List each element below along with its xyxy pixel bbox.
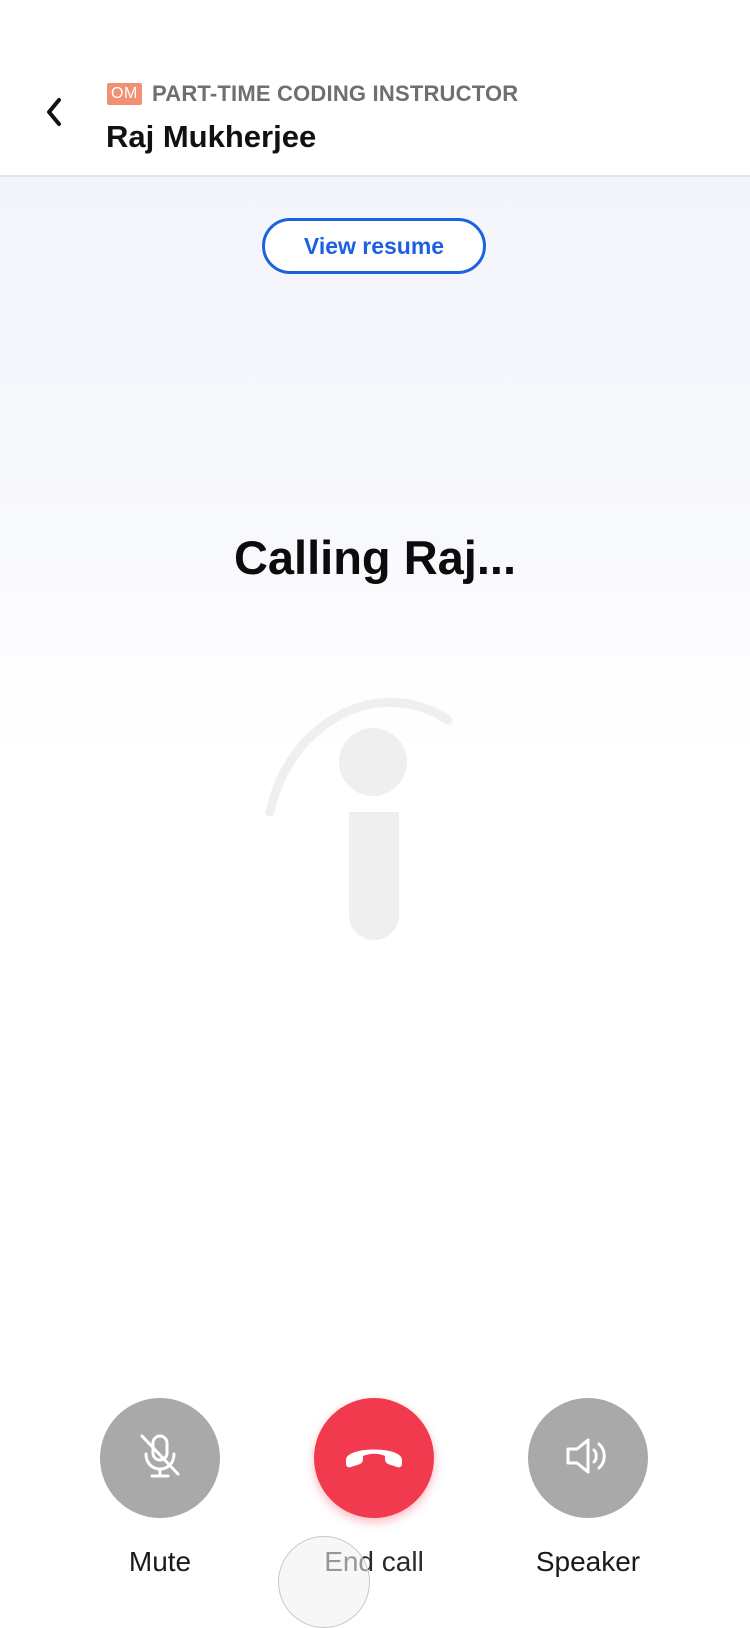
company-badge: OM — [107, 83, 142, 105]
mute-label: Mute — [128, 1546, 192, 1577]
call-status-text: Calling Raj... — [233, 531, 517, 584]
end-call-button[interactable] — [314, 1398, 434, 1518]
speaker-label: Speaker — [535, 1546, 641, 1577]
job-title: PART-TIME CODING INSTRUCTOR — [152, 81, 519, 106]
indeed-logo-icon — [260, 680, 460, 940]
back-button[interactable] — [30, 90, 78, 138]
candidate-name: Raj Mukherjee — [106, 119, 317, 154]
microphone-off-icon — [134, 1430, 186, 1487]
mute-button[interactable] — [100, 1398, 220, 1518]
touch-indicator — [278, 1536, 370, 1628]
speaker-volume-icon — [562, 1430, 614, 1487]
phone-hangup-icon — [342, 1436, 406, 1481]
view-resume-button[interactable]: View resume — [262, 218, 486, 274]
top-header: OM PART-TIME CODING INSTRUCTOR Raj Mukhe… — [0, 0, 750, 177]
chevron-left-icon — [43, 96, 65, 133]
speaker-button[interactable] — [528, 1398, 648, 1518]
